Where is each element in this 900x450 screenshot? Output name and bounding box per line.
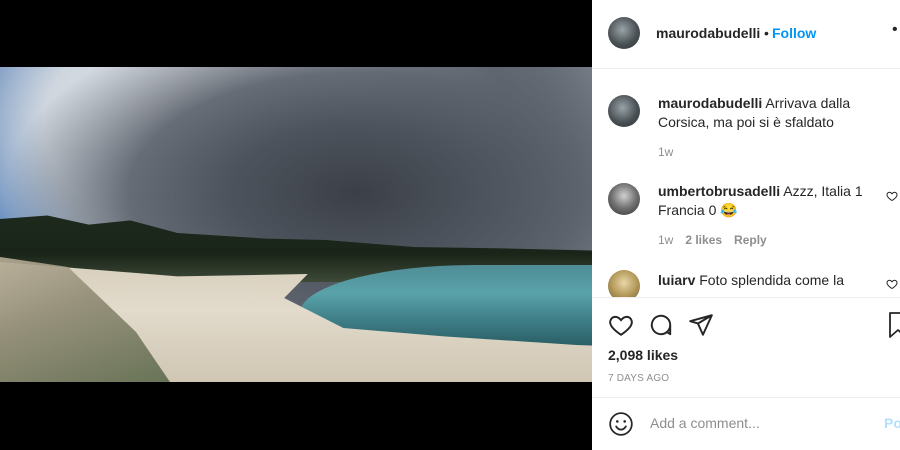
add-comment-input[interactable] [648,414,872,432]
more-options-icon[interactable]: • [892,21,898,39]
add-comment-bar: Po [592,397,900,450]
post-date[interactable]: 7 DAYS AGO [608,373,669,384]
comment-like-icon[interactable] [886,278,898,293]
comment-time[interactable]: 1w [658,145,673,159]
comment-avatar[interactable] [608,183,640,215]
comment-username[interactable]: luiarv [658,272,695,288]
like-heart-icon[interactable] [608,312,634,343]
comment-item: luiarv Foto splendida come la [658,271,878,290]
share-paper-plane-icon[interactable] [688,312,714,343]
comment-bubble-icon[interactable] [648,312,674,343]
post-photo[interactable] [0,67,592,382]
comment-username[interactable]: umbertobrusadelli [658,183,780,199]
post-header: maurodabudelli • Follow • [592,0,900,69]
comment-meta: 1w 2 likes Reply [658,233,767,247]
follow-button[interactable]: Follow [772,25,816,41]
comment-meta: 1w [658,145,673,159]
author-username[interactable]: maurodabudelli [656,25,760,41]
post-comment-button[interactable]: Po [884,415,900,431]
comment-like-icon[interactable] [886,190,898,205]
save-bookmark-icon[interactable] [888,312,900,343]
comment-time[interactable]: 1w [658,233,673,247]
post-media[interactable] [0,0,592,450]
comment-caption: maurodabudelli Arrivava dalla Corsica, m… [658,94,898,132]
post-sidebar: maurodabudelli • Follow • maurodabudelli… [592,0,900,450]
likes-count[interactable]: 2,098 likes [608,347,678,363]
emoji-icon[interactable] [608,411,634,442]
post-actions: 2,098 likes 7 DAYS AGO [592,297,900,398]
separator-dot: • [764,25,769,41]
comment-username[interactable]: maurodabudelli [658,95,762,111]
comment-item: umbertobrusadelli Azzz, Italia 1 Francia… [658,182,878,220]
reply-button[interactable]: Reply [734,233,767,247]
comment-avatar[interactable] [608,95,640,127]
comment-avatar[interactable] [608,270,640,297]
comments-list[interactable]: maurodabudelli Arrivava dalla Corsica, m… [592,69,900,297]
author-avatar[interactable] [608,17,640,49]
comment-likes[interactable]: 2 likes [685,233,722,247]
comment-text: Foto splendida come la [699,272,845,288]
